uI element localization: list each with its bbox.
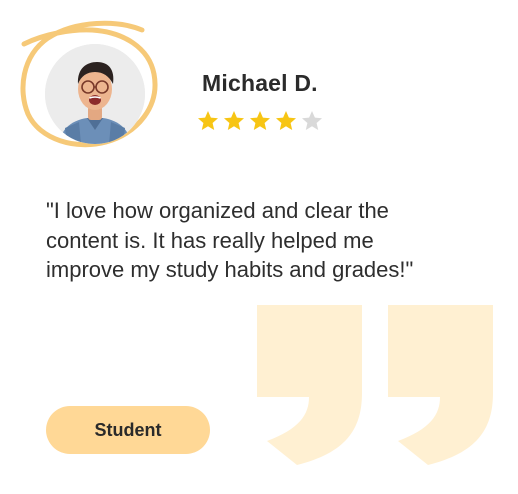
star-filled-icon — [224, 111, 244, 130]
star-filled-icon — [276, 111, 296, 130]
star-filled-icon — [198, 111, 218, 130]
quote-mark-icon — [388, 305, 493, 465]
reviewer-name: Michael D. — [202, 70, 318, 96]
avatar — [45, 44, 145, 144]
testimonial-card: Michael D. "I love how organized and cle… — [0, 0, 518, 494]
role-badge: Student — [46, 406, 210, 454]
star-rating — [196, 109, 324, 133]
star-filled-icon — [250, 111, 270, 130]
quote-mark-icon — [257, 305, 362, 465]
testimonial-text: "I love how organized and clear the cont… — [46, 198, 414, 282]
person-photo-avatar-icon — [45, 44, 145, 144]
star-empty-icon — [302, 111, 322, 130]
